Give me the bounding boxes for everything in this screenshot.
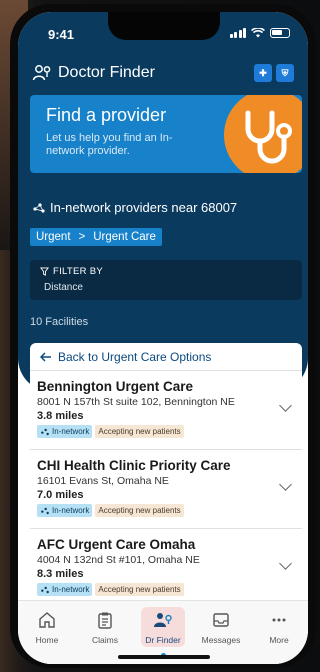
facility-count: 10 Facilities: [30, 316, 89, 328]
clipboard-icon: [94, 609, 116, 631]
brand-logos: ✚ ⛨: [254, 64, 294, 82]
arrow-left-icon: [40, 351, 51, 362]
network-icon: [33, 202, 45, 213]
facility-address: 4004 N 132nd St #101, Omaha NE: [37, 554, 200, 566]
status-time: 9:41: [48, 27, 75, 42]
page-title: Doctor Finder: [58, 64, 155, 81]
network-icon: [41, 586, 49, 593]
accepting-patients-badge: Accepting new patients: [95, 583, 184, 596]
signal-icon: [229, 28, 246, 38]
banner-title: Find a provider: [46, 105, 167, 125]
banner-subtitle: Let us help you find an In-network provi…: [46, 132, 173, 157]
accepting-patients-badge: Accepting new patients: [95, 425, 184, 438]
in-network-badge: In-network: [37, 583, 93, 596]
blue-cross-logo-icon: ✚: [254, 64, 272, 82]
notch: [108, 12, 220, 40]
list-item[interactable]: Bennington Urgent Care 8001 N 157th St s…: [30, 371, 302, 450]
accepting-patients-badge: Accepting new patients: [95, 504, 184, 517]
filter-icon: [40, 267, 49, 276]
facility-badges: In-network Accepting new patients: [37, 583, 294, 596]
filter-panel[interactable]: FILTER BY Distance: [30, 260, 302, 300]
banner-circle: [224, 95, 302, 173]
find-provider-banner[interactable]: Find a provider Let us help you find an …: [30, 95, 302, 173]
more-icon: [268, 609, 290, 631]
status-bar: 9:41: [18, 12, 308, 56]
back-to-options-link[interactable]: Back to Urgent Care Options: [30, 343, 302, 371]
facility-address: 16101 Evans St, Omaha NE: [37, 475, 169, 487]
app-header: Doctor Finder ✚ ⛨: [32, 60, 294, 86]
list-item[interactable]: CHI Health Clinic Priority Care 16101 Ev…: [30, 450, 302, 529]
home-indicator[interactable]: [118, 655, 210, 659]
facility-badges: In-network Accepting new patients: [37, 425, 294, 438]
facility-distance: 8.3 miles: [37, 568, 84, 580]
breadcrumb-urgent-care: Urgent Care: [93, 231, 156, 243]
tab-home[interactable]: Home: [22, 609, 72, 664]
network-icon: [41, 507, 49, 514]
tab-label: Claims: [92, 635, 118, 645]
stethoscope-icon: [245, 110, 292, 164]
doctor-pin-icon: [32, 65, 51, 81]
doctor-search-icon: [152, 609, 174, 631]
tab-label: Dr Finder: [145, 635, 181, 645]
filter-value: Distance: [44, 282, 83, 293]
filter-title: FILTER BY: [53, 266, 104, 277]
near-location-heading: In-network providers near 68007: [32, 200, 237, 215]
facility-distance: 3.8 miles: [37, 410, 84, 422]
breadcrumb: Urgent > Urgent Care: [30, 228, 162, 246]
facility-distance: 7.0 miles: [37, 489, 84, 501]
back-label: Back to Urgent Care Options: [58, 349, 212, 364]
tab-label: More: [269, 635, 289, 645]
status-icons: [229, 28, 290, 38]
network-icon: [41, 428, 49, 435]
facility-address: 8001 N 157th St suite 102, Bennington NE: [37, 396, 235, 408]
in-network-badge: In-network: [37, 425, 93, 438]
inbox-icon: [210, 609, 232, 631]
tab-more[interactable]: More: [254, 609, 304, 664]
blue-shield-logo-icon: ⛨: [276, 64, 294, 82]
facility-badges: In-network Accepting new patients: [37, 504, 294, 517]
breadcrumb-separator: >: [78, 231, 86, 243]
battery-icon: [270, 28, 290, 38]
near-location-label: In-network providers near 68007: [50, 200, 238, 215]
facility-name: AFC Urgent Care Omaha: [37, 537, 196, 552]
facility-name: CHI Health Clinic Priority Care: [37, 458, 231, 473]
breadcrumb-urgent[interactable]: Urgent: [36, 231, 71, 243]
facility-name: Bennington Urgent Care: [37, 379, 194, 394]
home-icon: [36, 609, 58, 631]
phone-screen: 9:41 Doctor Finder ✚ ⛨ Find a provider L…: [18, 12, 308, 664]
filter-header: FILTER BY: [40, 266, 292, 277]
tab-label: Messages: [201, 635, 241, 645]
wifi-icon: [251, 28, 265, 38]
tab-label: Home: [35, 635, 59, 645]
in-network-badge: In-network: [37, 504, 93, 517]
list-item[interactable]: AFC Urgent Care Omaha 4004 N 132nd St #1…: [30, 529, 302, 608]
